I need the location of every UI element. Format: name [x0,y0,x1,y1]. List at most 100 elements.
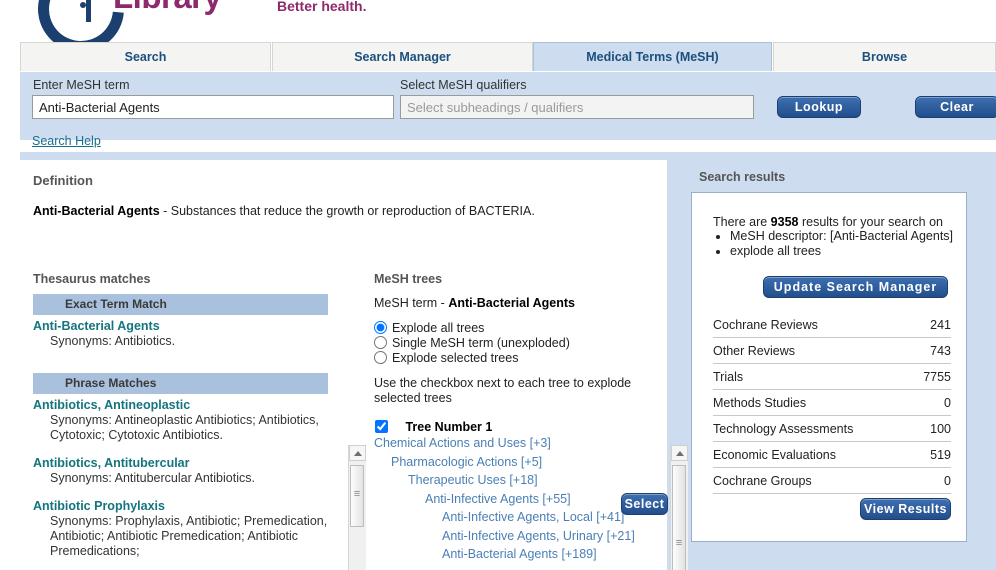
results-row[interactable]: Other Reviews 743 [713,338,951,364]
tree-instruction-text: Use the checkbox next to each tree to ex… [374,376,632,405]
tree-node-link[interactable]: Anti-Bacterial Agents [+189] [374,545,646,564]
results-row-value: 7755 [923,369,951,384]
results-criteria-item: MeSH descriptor: [Anti-Bacterial Agents] [730,229,953,244]
tab-browse[interactable]: Browse [773,42,996,71]
definition-text: Anti-Bacterial Agents - Substances that … [33,204,535,218]
thesaurus-term-synonyms: Synonyms: Antibiotics. [50,334,176,348]
results-row-label: Cochrane Groups [713,473,812,488]
mesh-trees-content: MeSH term - Anti-Bacterial Agents Explod… [374,296,646,570]
thesaurus-group-header: Exact Term Match [33,294,328,315]
mesh-term-prefix: MeSH term - [374,296,449,310]
mesh-search-panel: Enter MeSH term Select MeSH qualifiers L… [20,72,996,140]
results-row-label: Methods Studies [713,395,807,410]
thesaurus-term-link[interactable]: Antibiotic Prophylaxis [33,499,328,513]
mesh-trees-panel: MeSH trees MeSH term - Anti-Bacterial Ag… [350,262,667,570]
results-summary: There are 9358 results for your search o… [713,215,953,259]
thesaurus-term: Antibiotic Prophylaxis Synonyms: Prophyla… [33,499,328,559]
tree-node-link[interactable]: Anti-Infective Agents, Local [+41] [374,508,646,527]
thesaurus-term-synonyms: Synonyms: Antineoplastic Antibiotics; An… [50,413,319,442]
thesaurus-list: Exact Term Match Anti-Bacterial Agents Syn… [33,294,328,570]
explode-option-1[interactable]: Single MeSH term (unexploded) [374,336,646,350]
results-row-value: 0 [944,473,951,488]
thesaurus-term-link[interactable]: Anti-Bacterial Agents [33,319,328,333]
cochrane-logo-dot-icon [80,2,86,8]
clear-button[interactable]: Clear [915,96,996,118]
results-count: 9358 [770,215,799,229]
explode-option-radio[interactable] [374,351,387,364]
update-search-manager-button[interactable]: Update Search Manager [763,276,948,298]
tree-node-list: Chemical Actions and Uses [+3] Pharmacolo… [374,434,646,564]
explode-option-radio[interactable] [374,336,387,349]
definition-body: - Substances that reduce the growth or r… [159,204,535,218]
explode-option-label: Single MeSH term (unexploded) [392,336,570,350]
thesaurus-term-link[interactable]: Antibiotics, Antitubercular [33,456,328,470]
results-row[interactable]: Cochrane Reviews 241 [713,312,951,338]
definition-heading: Definition [33,173,93,188]
tree-node-link[interactable]: Pharmacologic Actions [+5] [374,453,646,472]
mesh-trees-heading: MeSH trees [374,272,443,286]
mesh-term-input[interactable] [32,95,394,119]
tree-1-checkbox[interactable] [375,420,388,433]
view-results-button[interactable]: View Results [860,498,951,520]
thesaurus-heading: Thesaurus matches [33,272,151,286]
mesh-term-label: Enter MeSH term [33,78,130,92]
lookup-button[interactable]: Lookup [777,96,861,118]
tree-node-link[interactable]: Chemical Actions and Uses [+3] [374,434,646,453]
scroll-up-arrow-icon[interactable] [671,445,688,461]
explode-option-2[interactable]: Explode selected trees [374,351,646,365]
explode-option-radio[interactable] [374,321,387,334]
mesh-trees-scrollbar[interactable] [670,445,688,570]
tab-medical-terms-mesh[interactable]: Medical Terms (MeSH) [533,42,772,71]
tree-node-link[interactable]: Anti-Infective Agents, Urinary [+21] [374,527,646,546]
site-header: Library Better health. [0,0,996,70]
results-criteria-item: explode all trees [730,244,953,259]
results-row-value: 100 [930,421,951,436]
results-lead-suffix: results for your search on [798,215,943,229]
results-row-value: 241 [930,317,951,332]
mesh-term-value: Anti-Bacterial Agents [448,296,575,310]
search-results-heading: Search results [699,170,786,184]
results-row-label: Trials [713,369,744,384]
mesh-term-display: MeSH term - Anti-Bacterial Agents [374,296,646,310]
mesh-qualifier-input[interactable] [400,95,754,119]
scroll-up-arrow-icon[interactable] [349,445,366,461]
search-results-box: There are 9358 results for your search o… [691,192,967,542]
scrollbar-thumb[interactable] [672,465,686,570]
results-breakdown-table: Cochrane Reviews 241 Other Reviews 743 Trial… [713,312,951,494]
scrollbar-thumb[interactable] [350,465,364,527]
thesaurus-term-link[interactable]: Antibiotics, Antineoplastic [33,398,328,412]
results-row[interactable]: Methods Studies 0 [713,390,951,416]
results-row-value: 0 [944,395,951,410]
results-row[interactable]: Cochrane Groups 0 [713,468,951,494]
definition-term: Anti-Bacterial Agents [33,204,160,218]
results-row-label: Other Reviews [713,343,795,358]
thesaurus-group-header: Phrase Matches [33,373,328,394]
tree-node-link[interactable]: Anti-Infective Agents [+55] [374,490,646,509]
thesaurus-term: Antibiotics, Antitubercular Synonyms: Ant… [33,456,328,486]
explode-option-group: Explode all trees Single MeSH term (unexp… [374,321,646,365]
tab-search[interactable]: Search [20,42,271,71]
definition-card: Definition Anti-Bacterial Agents - Subst… [20,160,667,263]
explode-option-label: Explode selected trees [392,351,519,365]
results-row[interactable]: Technology Assessments 100 [713,416,951,442]
thesaurus-scrollbar[interactable] [348,445,366,570]
tab-search-manager[interactable]: Search Manager [272,42,533,71]
thesaurus-term-synonyms: Synonyms: Antitubercular Antibiotics. [50,471,255,485]
thesaurus-term-synonyms: Synonyms: Prophylaxis, Antibiotic; Preme… [50,514,328,558]
results-row[interactable]: Economic Evaluations 519 [713,442,951,468]
thesaurus-group-gap [33,362,328,373]
brand-tagline: Better health. [277,0,367,14]
tree-number-row: Tree Number 1 [374,420,646,434]
results-criteria-list: MeSH descriptor: [Anti-Bacterial Agents]… [713,229,953,259]
results-row-label: Cochrane Reviews [713,317,818,332]
main-tabbar: Search Search Manager Medical Terms (MeS… [20,42,996,73]
thesaurus-term: Antibiotics, Antineoplastic Synonyms: Ant… [33,398,328,443]
results-row-value: 519 [930,447,951,462]
tree-node-link[interactable]: Therapeutic Uses [+18] [374,471,646,490]
search-help-link[interactable]: Search Help [32,134,101,148]
results-lead-prefix: There are [713,215,771,229]
results-row[interactable]: Trials 7755 [713,364,951,390]
page-root: Library Better health. Search Search Man… [0,0,996,570]
select-button[interactable]: Select [621,493,668,515]
explode-option-0[interactable]: Explode all trees [374,321,646,335]
